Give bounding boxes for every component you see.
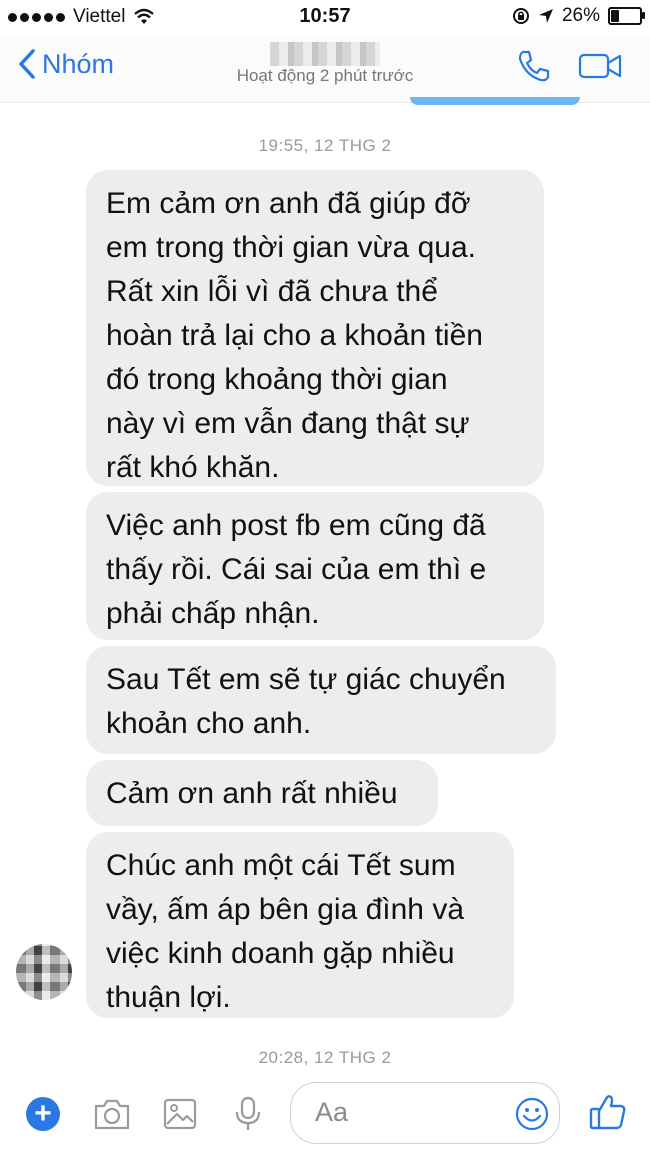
location-icon — [538, 9, 553, 23]
message-bubble[interactable]: Chúc anh một cái Tết sum vầy, ấm áp bên … — [86, 832, 514, 1018]
header-highlight — [410, 97, 580, 105]
rotation-lock-icon — [512, 8, 529, 24]
message-bubble[interactable]: Việc anh post fb em cũng đã thấy rồi. Cá… — [86, 492, 544, 640]
video-call-icon[interactable] — [578, 50, 622, 82]
status-bar: Viettel 10:57 26% — [0, 0, 650, 36]
phone-icon[interactable] — [516, 48, 552, 84]
message-bubble[interactable]: Sau Tết em sẽ tự giác chuyển khoản cho a… — [86, 646, 556, 754]
conversation-header: Nhóm Hoạt động 2 phút trước — [0, 36, 650, 103]
battery-fill — [611, 10, 619, 22]
camera-icon[interactable] — [92, 1096, 132, 1132]
sender-avatar[interactable] — [16, 944, 72, 1000]
timestamp-top: 19:55, 12 THG 2 — [258, 136, 392, 155]
contact-name-blurred[interactable] — [270, 42, 380, 66]
timestamp-bottom: 20:28, 12 THG 2 — [258, 1048, 392, 1067]
message-bubble[interactable]: Cảm ơn anh rất nhiều — [86, 760, 438, 826]
emoji-icon[interactable] — [514, 1096, 550, 1132]
battery-percent: 26% — [561, 5, 600, 26]
plus-icon[interactable]: + — [26, 1097, 60, 1131]
activity-status: Hoạt động 2 phút trước — [236, 66, 414, 85]
message-input-placeholder: Aa — [315, 1097, 349, 1127]
status-bar-right: 26% — [512, 5, 645, 27]
message-bubble[interactable]: Em cảm ơn anh đã giúp đỡ em trong thời g… — [86, 170, 544, 486]
microphone-icon[interactable] — [228, 1096, 268, 1132]
battery-icon — [608, 7, 645, 25]
photo-icon[interactable] — [160, 1096, 200, 1132]
thumbs-up-icon[interactable] — [588, 1092, 628, 1132]
